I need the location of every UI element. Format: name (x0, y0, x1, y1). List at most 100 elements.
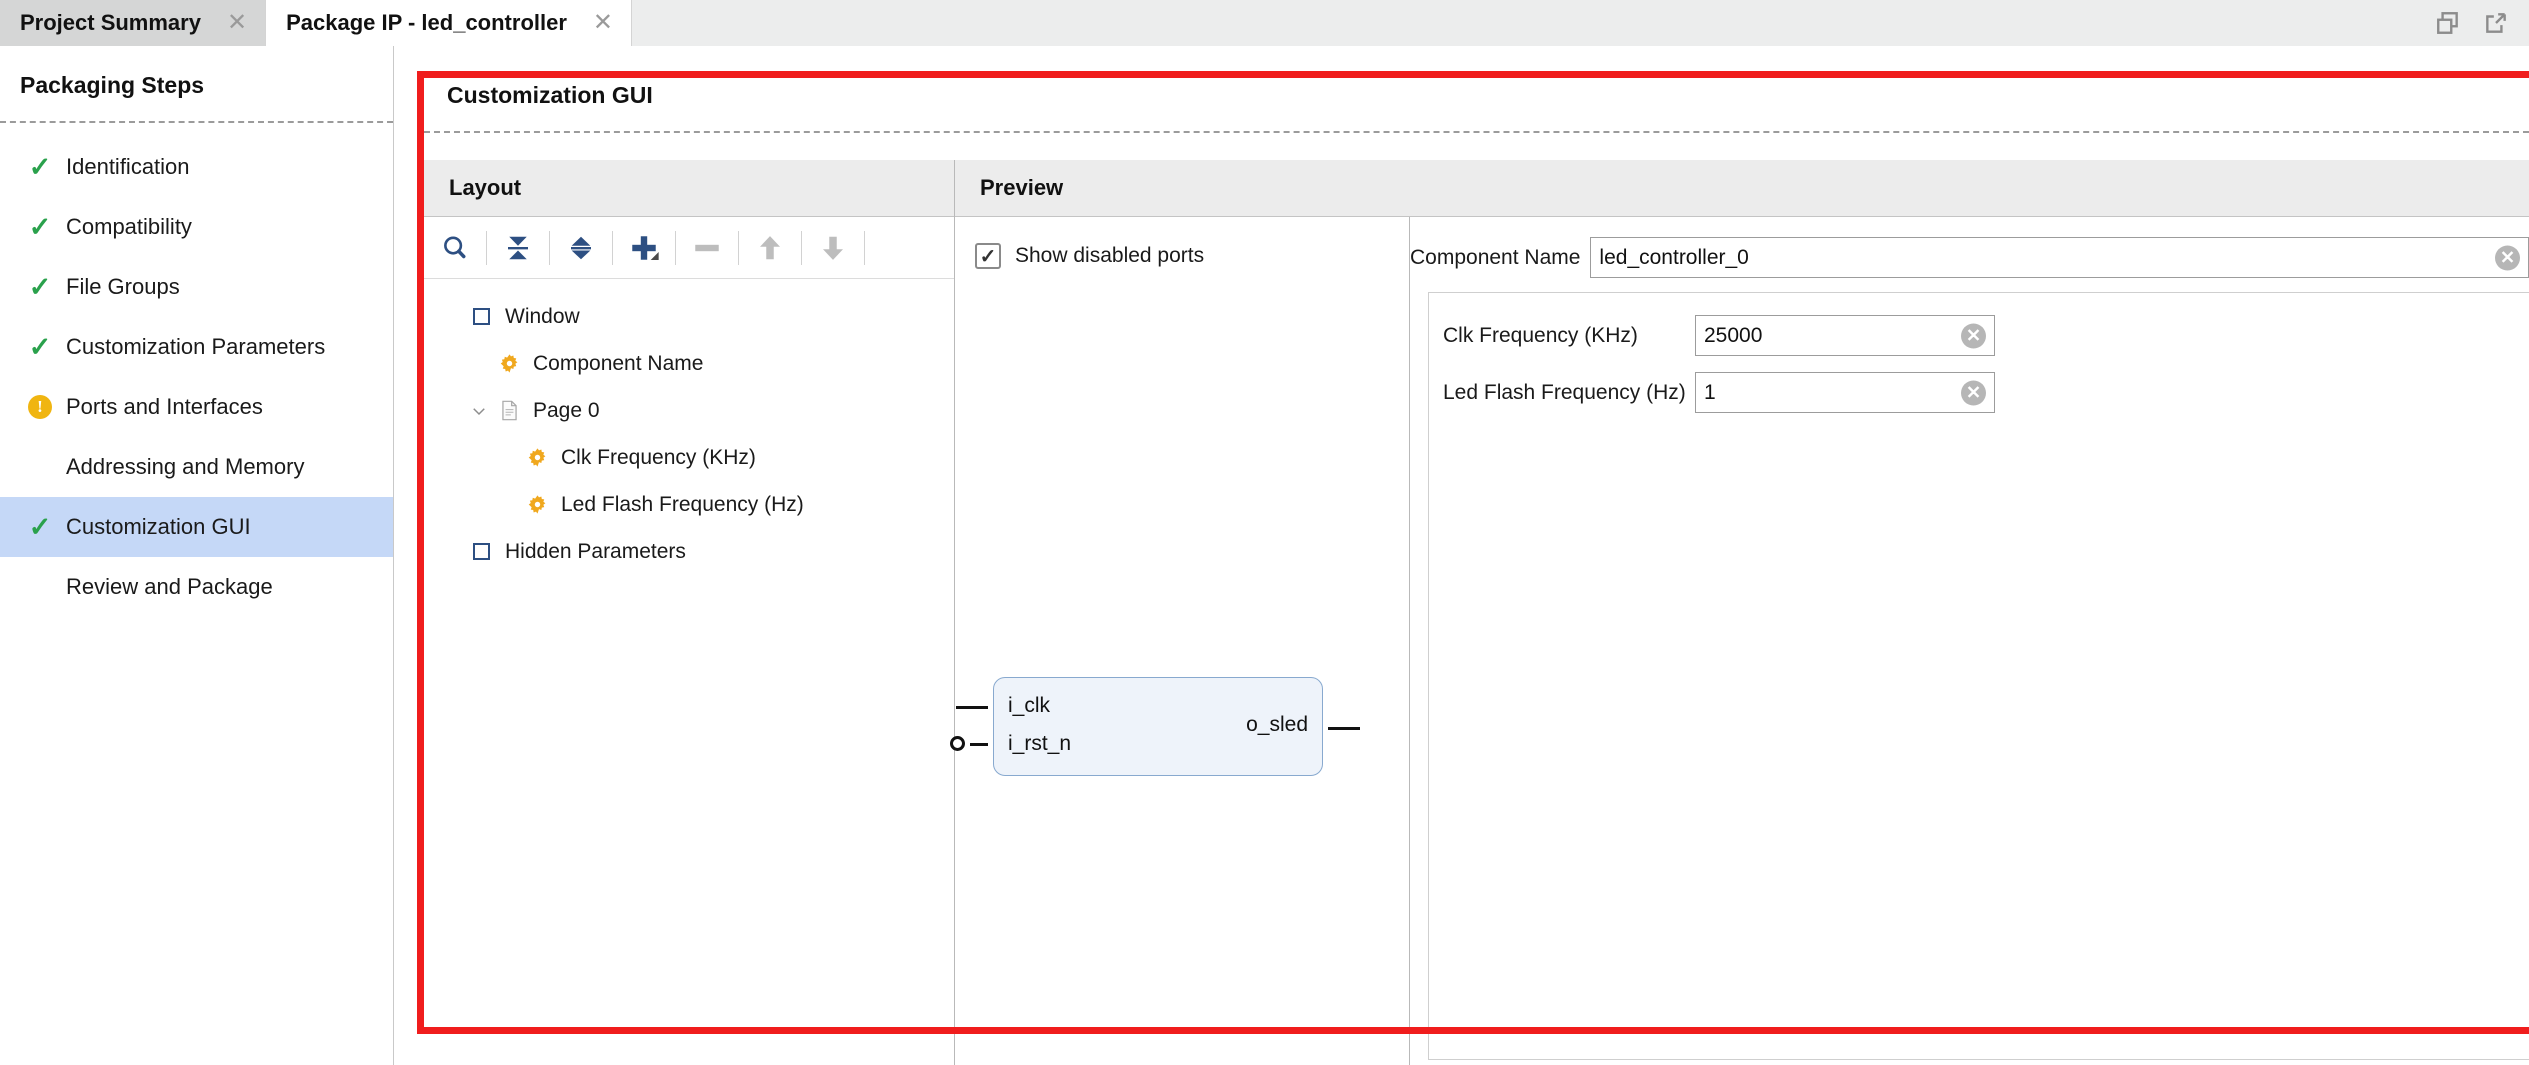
port-line-o_sled (1328, 727, 1360, 730)
parameters-column: Component Name led_controller_0 ✕ Clk Fr… (1410, 217, 2529, 1065)
layout-toolbar (424, 217, 954, 279)
clear-icon[interactable]: ✕ (2495, 245, 2520, 270)
tree-item-label: Window (505, 304, 580, 328)
sidebar-item-label: Review and Package (66, 574, 273, 599)
port-line-i_clk (956, 706, 988, 709)
parameter-row: Led Flash Frequency (Hz) 1 ✕ (1429, 372, 2529, 413)
tree-item-label: Led Flash Frequency (Hz) (561, 492, 804, 516)
expand-all-icon[interactable] (550, 217, 612, 279)
parameter-input[interactable]: 25000 ✕ (1695, 315, 1995, 356)
float-window-icon[interactable] (2483, 10, 2509, 36)
close-icon[interactable]: ✕ (223, 11, 251, 35)
parameter-list: Clk Frequency (KHz) 25000 ✕ Led Flash Frequ… (1428, 292, 2529, 1060)
tree-item-label: Component Name (533, 351, 704, 375)
tab-package-ip[interactable]: Package IP - led_controller ✕ (266, 0, 633, 46)
page-title: Customization GUI (447, 82, 653, 108)
sidebar-item-review-and-package[interactable]: Review and Package (0, 557, 393, 617)
ip-block-symbol: i_clk i_rst_n o_sled (950, 677, 1360, 776)
sidebar-item-addressing-and-memory[interactable]: Addressing and Memory (0, 437, 393, 497)
gear-icon (522, 447, 552, 468)
port-label-output-0: o_sled (1246, 713, 1308, 736)
move-up-icon (739, 217, 801, 279)
tab-label: Package IP - led_controller (286, 10, 567, 35)
tree-item-label: Clk Frequency (KHz) (561, 445, 756, 469)
tab-project-summary[interactable]: Project Summary ✕ (0, 0, 267, 46)
sidebar-item-label: Customization Parameters (66, 334, 326, 359)
check-icon: ✓ (28, 211, 52, 242)
sidebar-item-label: Ports and Interfaces (66, 394, 263, 419)
sidebar-item-file-groups[interactable]: ✓ File Groups (0, 257, 393, 317)
tree-item-led-flash-frequency-hz-[interactable]: Led Flash Frequency (Hz) (424, 481, 954, 528)
port-inverted-marker-i_rst_n (950, 736, 965, 751)
sidebar-title: Packaging Steps (20, 72, 205, 98)
check-icon: ✓ (28, 151, 52, 182)
port-line-i_rst_n (970, 743, 988, 746)
block-diagram-column: ✓ Show disabled ports i_clk i_rst_n o_sl… (950, 217, 1410, 1065)
tree-item-clk-frequency-khz-[interactable]: Clk Frequency (KHz) (424, 434, 954, 481)
parameter-value: 1 (1704, 380, 1716, 404)
sidebar-step-list: ✓ Identification ✓ Compatibility ✓ File Group… (0, 137, 393, 617)
port-label-input-0: i_clk (1008, 694, 1051, 717)
customization-gui-page: Customization GUI Layout Window Componen… (395, 47, 2529, 1065)
packaging-steps-sidebar: Packaging Steps ✓ Identification ✓ Compatib… (0, 46, 394, 1065)
sidebar-item-label: File Groups (66, 274, 180, 299)
component-name-input[interactable]: led_controller_0 ✕ (1590, 237, 2529, 278)
check-icon: ✓ (28, 331, 52, 362)
checkbox-box: ✓ (975, 243, 1001, 269)
check-icon: ✓ (28, 271, 52, 302)
sidebar-divider (0, 121, 393, 123)
sidebar-item-label: Identification (66, 154, 190, 179)
component-name-row: Component Name led_controller_0 ✕ (1410, 217, 2529, 278)
add-icon[interactable] (613, 217, 675, 279)
tab-bar-spacer (632, 0, 2415, 46)
clear-icon[interactable]: ✕ (1961, 323, 1986, 348)
sidebar-item-label: Customization GUI (66, 514, 251, 539)
gear-icon (494, 353, 524, 374)
sidebar-item-label: Compatibility (66, 214, 192, 239)
parameter-value: 25000 (1704, 323, 1763, 347)
parameter-row: Clk Frequency (KHz) 25000 ✕ (1429, 315, 2529, 356)
sidebar-item-compatibility[interactable]: ✓ Compatibility (0, 197, 393, 257)
layout-panel-header: Layout (424, 160, 954, 217)
sidebar-item-identification[interactable]: ✓ Identification (0, 137, 393, 197)
window-icon (466, 543, 496, 560)
layout-tree: Window Component Name Page 0 Clk Frequency … (424, 279, 954, 575)
page-icon (494, 400, 524, 421)
sidebar-item-label: Addressing and Memory (66, 454, 305, 479)
component-name-value: led_controller_0 (1599, 245, 1749, 269)
page-title-divider (424, 131, 2529, 133)
collapse-all-icon[interactable] (487, 217, 549, 279)
parameter-label: Clk Frequency (KHz) (1443, 323, 1638, 347)
tab-bar: Project Summary ✕ Package IP - led_contr… (0, 0, 2529, 46)
restore-window-icon[interactable] (2435, 10, 2461, 36)
tab-label: Project Summary (20, 10, 201, 35)
tree-item-hidden-parameters[interactable]: Hidden Parameters (424, 528, 954, 575)
show-disabled-ports-checkbox[interactable]: ✓ Show disabled ports (955, 217, 1409, 269)
move-down-icon (802, 217, 864, 279)
tree-item-label: Page 0 (533, 398, 600, 422)
layout-panel: Layout Window Component Name Page 0 Clk … (424, 160, 955, 1065)
warning-icon: ! (20, 395, 60, 419)
remove-icon (676, 217, 738, 279)
chevron-down-icon[interactable] (464, 402, 494, 420)
parameter-input[interactable]: 1 ✕ (1695, 372, 1995, 413)
window-icon (466, 308, 496, 325)
tree-item-component-name[interactable]: Component Name (424, 340, 954, 387)
port-label-input-1: i_rst_n (1008, 732, 1072, 755)
component-name-label: Component Name (1410, 245, 1581, 269)
parameter-label: Led Flash Frequency (Hz) (1443, 380, 1686, 404)
search-icon[interactable] (424, 217, 486, 279)
show-disabled-ports-label: Show disabled ports (1015, 244, 1205, 267)
tree-item-window[interactable]: Window (424, 293, 954, 340)
gear-icon (522, 494, 552, 515)
tree-item-label: Hidden Parameters (505, 539, 686, 563)
clear-icon[interactable]: ✕ (1961, 380, 1986, 405)
close-icon[interactable]: ✕ (589, 11, 617, 35)
sidebar-item-customization-gui[interactable]: ✓ Customization GUI (0, 497, 393, 557)
preview-panel-header: Preview (955, 160, 2529, 217)
window-controls (2415, 0, 2529, 46)
sidebar-item-customization-parameters[interactable]: ✓ Customization Parameters (0, 317, 393, 377)
sidebar-item-ports-and-interfaces[interactable]: ! Ports and Interfaces (0, 377, 393, 437)
tree-item-page-0[interactable]: Page 0 (424, 387, 954, 434)
check-icon: ✓ (28, 511, 52, 542)
